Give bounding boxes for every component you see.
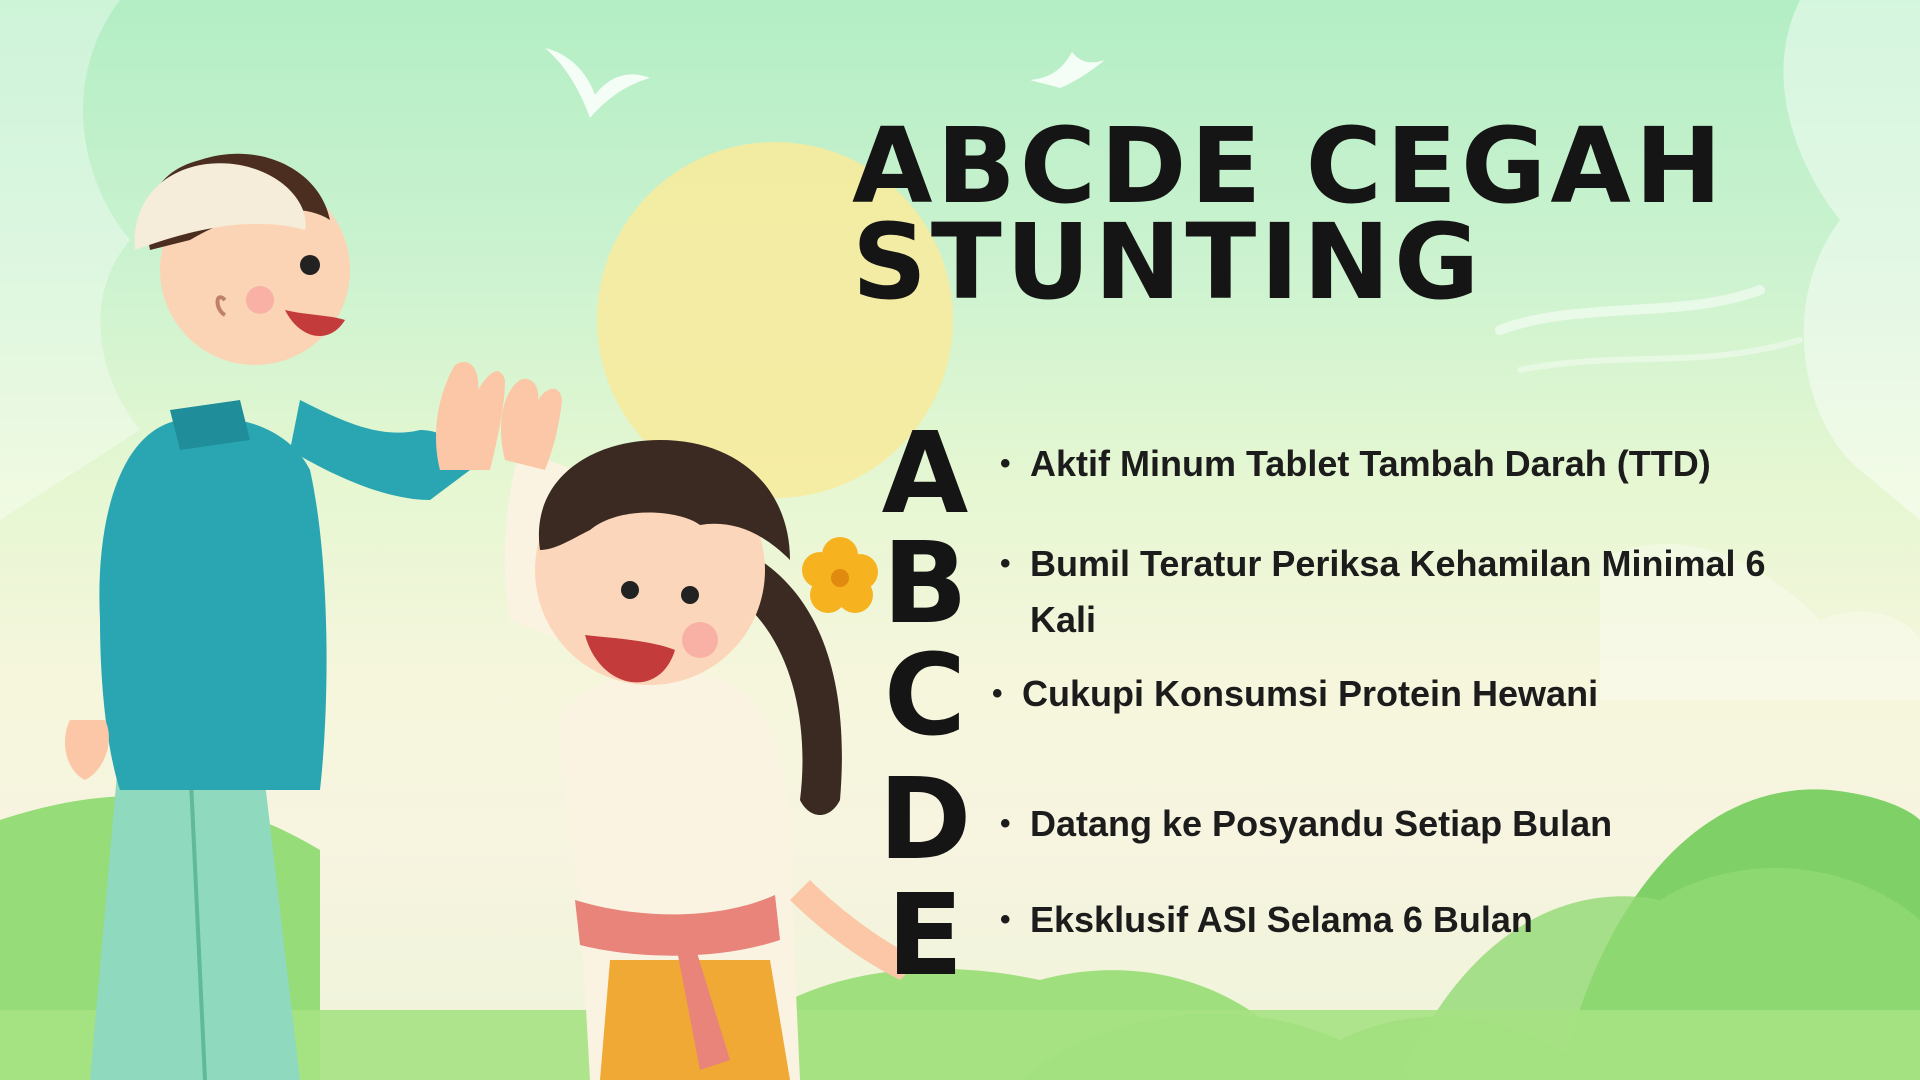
bullet-icon: • bbox=[1000, 903, 1011, 936]
cloud-left bbox=[0, 0, 140, 520]
bullet-icon: • bbox=[992, 677, 1003, 710]
bullet-icon: • bbox=[1000, 447, 1011, 480]
bullet-icon: • bbox=[1000, 547, 1011, 580]
letter-e: E bbox=[886, 871, 964, 1001]
letter-c: C bbox=[883, 631, 967, 761]
list-item-text: Eksklusif ASI Selama 6 Bulan bbox=[1030, 899, 1533, 940]
list-item-text: Datang ke Posyandu Setiap Bulan bbox=[1030, 803, 1613, 844]
bird-icon bbox=[1030, 52, 1105, 88]
list-item: • Datang ke Posyandu Setiap Bulan bbox=[1000, 796, 1820, 852]
list-item-text: Bumil Teratur Periksa Kehamilan Minimal … bbox=[1030, 543, 1766, 640]
list-item: • Eksklusif ASI Selama 6 Bulan bbox=[1000, 892, 1820, 948]
flower-icon bbox=[802, 537, 878, 613]
bird-icon bbox=[545, 48, 650, 118]
letter-a: A bbox=[881, 409, 969, 539]
list-item-text: Aktif Minum Tablet Tambah Darah (TTD) bbox=[1030, 443, 1711, 484]
girl-illustration bbox=[500, 378, 920, 1080]
slide: ABCDE CEGAH STUNTING A B C D E • Aktif M… bbox=[0, 0, 1920, 1080]
list-item: • Cukupi Konsumsi Protein Hewani bbox=[992, 666, 1812, 722]
list-item: • Aktif Minum Tablet Tambah Darah (TTD) bbox=[1000, 436, 1820, 492]
bullet-icon: • bbox=[1000, 807, 1011, 840]
list-item: • Bumil Teratur Periksa Kehamilan Minima… bbox=[1000, 536, 1820, 648]
letter-b: B bbox=[882, 519, 968, 649]
letter-d: D bbox=[878, 755, 972, 885]
list-item-text: Cukupi Konsumsi Protein Hewani bbox=[1022, 673, 1599, 714]
page-title: ABCDE CEGAH STUNTING bbox=[852, 105, 1726, 323]
